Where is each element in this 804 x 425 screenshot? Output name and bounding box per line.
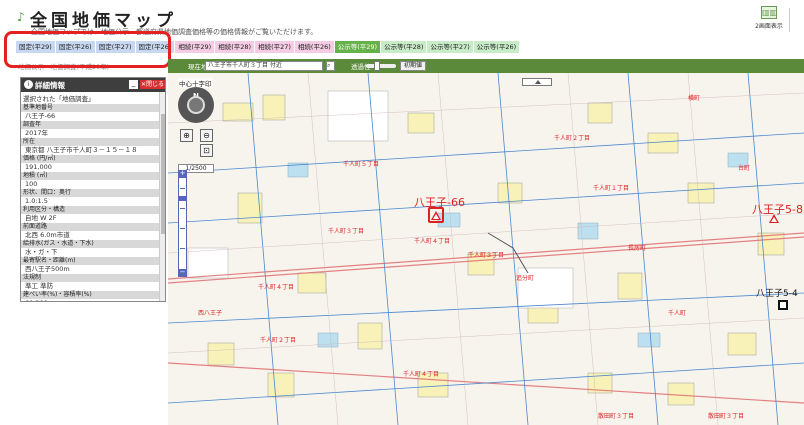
opacity-slider-knob[interactable] [374, 61, 380, 71]
field-label: 建ぺい率(%)・容積率(%) [21, 291, 159, 299]
field-value: 100 [25, 180, 38, 188]
detail-panel-title: 詳細情報 [35, 81, 65, 90]
layer-tab[interactable]: 相続(平29) [175, 41, 215, 53]
street-label: 追分町 [516, 275, 535, 282]
scrollbar-thumb[interactable] [161, 114, 165, 234]
layer-tab[interactable]: 相続(平27) [255, 41, 294, 53]
zoom-slider[interactable] [178, 177, 187, 271]
field-label: 法規制 [21, 274, 159, 282]
layer-tab[interactable]: 公示等(平26) [473, 41, 520, 53]
street-label: 千人町３丁目 [328, 228, 365, 235]
location-field[interactable]: 八王子市千人町３丁目 付近 [205, 61, 323, 71]
street-label: 千人町２丁目 [554, 135, 591, 142]
field-value: 60 200 [21, 299, 159, 301]
street-label: 横町 [688, 95, 701, 102]
map-toolbar: 現在地 八王子市千人町３丁目 付近 ⌕ 透過性 初期値 [168, 59, 804, 73]
layer-tab[interactable]: 公示等(平29) [334, 41, 381, 53]
layer-tab[interactable]: 相続(平26) [294, 41, 334, 53]
point-square-icon[interactable] [778, 300, 788, 310]
street-label: 散田町３丁目 [708, 413, 745, 420]
map-view[interactable]: 中心十字印 N ⊕ ⊖ ⊡ 1/2500 + − 八王子-66 八王子5-8 八… [168, 73, 804, 425]
field-value: 191,000 [25, 163, 52, 171]
street-label: 千人町２丁目 [260, 337, 297, 344]
street-label: 千人町４丁目 [403, 371, 440, 378]
two-screen-icon: ▥▥ [761, 6, 778, 19]
detail-panel: i 詳細情報 _ ✕閉じる 選択された「地価調査」 基準地番号 八王子-66 調査年… [20, 77, 166, 302]
pan-compass-control[interactable]: N [178, 87, 214, 123]
field-value: 水・ガ・下 [25, 248, 58, 256]
opacity-slider[interactable] [366, 64, 396, 68]
street-label: 千人町３丁目 [468, 252, 505, 259]
map-point-label: 八王子5-4 [756, 289, 798, 299]
detail-lead: 選択された「地価調査」 [23, 95, 95, 103]
layer-tab[interactable]: 公示等(平28) [381, 41, 427, 53]
pan-center [187, 96, 205, 114]
field-label: 利用区分・構造 [21, 206, 159, 214]
field-value: 自地 W 2F [25, 214, 57, 222]
logo-leaf-icon: ♪ [17, 10, 25, 24]
layer-tab[interactable]: 公示等(平27) [427, 41, 473, 53]
detail-panel-body: 選択された「地価調査」 基準地番号 八王子-66 調査年 2017年 所在 東京都 八王子… [21, 92, 159, 301]
field-value: 西八王子500m [25, 265, 70, 273]
reset-opacity-button[interactable]: 初期値 [400, 61, 427, 71]
info-icon: i [24, 80, 33, 89]
street-label: 千人町 [668, 310, 687, 317]
field-label: 地積 (㎡) [21, 172, 159, 180]
street-label: 散田町３丁目 [598, 413, 635, 420]
zoom-out-magnifier-icon[interactable]: ⊖ [200, 129, 213, 142]
street-label: 千人町４丁目 [258, 284, 295, 291]
zoom-slider-knob[interactable] [178, 196, 187, 201]
street-label: 台町 [738, 165, 751, 172]
field-label: 前面道路 [21, 223, 159, 231]
street-label: 千人町４丁目 [414, 238, 451, 245]
field-value: 八王子-66 [25, 112, 56, 120]
field-value: 準工 準防 [25, 282, 54, 290]
street-label: 千人町５丁目 [343, 161, 380, 168]
zoom-minus-button[interactable]: − [178, 269, 187, 277]
location-search-icon[interactable]: ⌕ [326, 61, 335, 71]
street-label: 長房町 [628, 245, 647, 252]
field-label: 所在 [21, 138, 159, 146]
street-label: 西八王子 [198, 310, 223, 317]
map-background [168, 73, 804, 425]
header-right-divider [789, 8, 804, 32]
field-label: 最寄駅名・距離(m) [21, 257, 159, 265]
field-value: 北西 6.0m市道 [25, 231, 70, 239]
layer-tab[interactable]: 相続(平28) [215, 41, 255, 53]
point-triangle-icon[interactable] [769, 214, 779, 223]
two-screen-label: 2画面表示 [755, 23, 783, 30]
detail-panel-scrollbar[interactable] [159, 92, 165, 301]
field-label: 価格 (円/㎡) [21, 155, 159, 163]
field-value: 2017年 [25, 129, 49, 137]
field-label: 基準地番号 [21, 104, 159, 112]
field-label: 調査年 [21, 121, 159, 129]
field-value: 東京都 八王子市千人町３－１５－１８ [25, 146, 138, 154]
field-label: 給排水(ガス・水道・下水) [21, 240, 159, 248]
zoom-in-magnifier-icon[interactable]: ⊕ [180, 129, 193, 142]
highlight-annotation-box [4, 31, 171, 68]
point-triangle-icon[interactable] [431, 211, 441, 220]
zoom-box-icon[interactable]: ⊡ [200, 144, 213, 157]
field-label: 形状、間口：奥行 [21, 189, 159, 197]
minimize-button[interactable]: _ [129, 79, 138, 89]
close-panel-button[interactable]: ✕閉じる [140, 80, 165, 89]
two-screen-button[interactable]: ▥▥ 2画面表示 [754, 6, 784, 30]
field-value: 1.0:1.5 [25, 197, 48, 205]
map-collapse-handle[interactable] [522, 78, 552, 86]
street-label: 千人町１丁目 [593, 185, 630, 192]
detail-panel-header: i 詳細情報 _ ✕閉じる [21, 78, 165, 92]
